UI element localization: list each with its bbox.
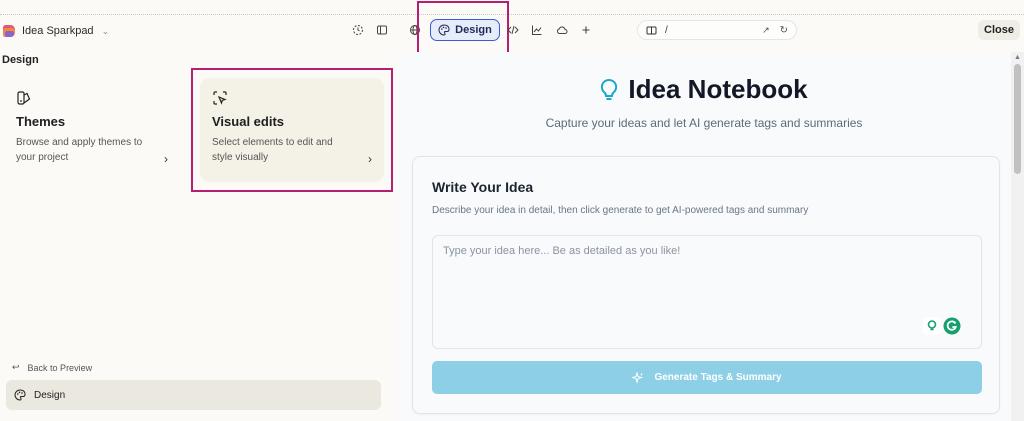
highlight-box-design-button [417, 1, 509, 54]
analytics-icon[interactable] [529, 22, 545, 38]
idea-card-subtitle: Describe your idea in detail, then click… [432, 205, 809, 216]
themes-icon [16, 90, 32, 106]
lightbulb-icon [601, 78, 618, 100]
chevron-down-icon: ⌄ [101, 25, 110, 36]
chevron-right-icon: › [164, 152, 168, 166]
page-subtitle: Capture your ideas and let AI generate t… [545, 116, 863, 130]
sidebar-toggle-icon[interactable] [374, 22, 390, 38]
sparkles-icon [632, 371, 644, 384]
highlight-box-visual-edits [191, 68, 393, 192]
refresh-icon[interactable]: ↻ [780, 25, 788, 36]
page-title-text: Idea Notebook [628, 74, 808, 104]
close-button[interactable]: Close [978, 20, 1020, 40]
url-bar[interactable]: / ↗ ↻ [637, 20, 797, 40]
scrollbar-thumb[interactable] [1014, 64, 1021, 174]
nav-item-design[interactable]: Design [6, 380, 381, 410]
page-title: Idea Notebook [397, 74, 1011, 105]
generate-button-label: Generate Tags & Summary [654, 372, 782, 383]
textarea-tools [923, 317, 961, 340]
idea-card: Write Your Idea Describe your idea in de… [412, 156, 1000, 414]
back-to-preview-label: Back to Preview [27, 362, 93, 373]
page-icon [646, 26, 657, 34]
cloud-icon[interactable] [554, 22, 570, 38]
add-icon[interactable] [578, 22, 594, 38]
themes-card-title: Themes [16, 114, 66, 129]
code-icon[interactable] [505, 22, 521, 38]
preview-scrollbar[interactable]: ▲ [1011, 52, 1024, 421]
generate-tags-summary-button[interactable]: Generate Tags & Summary [432, 361, 982, 394]
top-divider [0, 14, 1024, 15]
app-logo-icon [2, 24, 16, 38]
themes-card[interactable]: Themes Browse and apply themes to your p… [4, 78, 180, 182]
themes-card-description: Browse and apply themes to your project [16, 137, 143, 163]
grammarly-icon[interactable] [943, 317, 961, 340]
panel-title: Design [2, 54, 39, 66]
nav-design-label: Design [34, 389, 66, 401]
idea-textarea[interactable] [432, 235, 982, 349]
palette-icon [14, 389, 26, 401]
back-arrow-icon: ↩ [12, 362, 20, 372]
back-to-preview-link[interactable]: ↩ Back to Preview [12, 362, 92, 373]
project-name: Idea Sparkpad [22, 25, 94, 37]
scroll-up-icon[interactable]: ▲ [1014, 54, 1021, 61]
assistant-bulb-icon[interactable] [923, 317, 941, 340]
idea-card-title: Write Your Idea [432, 179, 534, 195]
history-icon[interactable] [350, 22, 366, 38]
open-external-icon[interactable]: ↗ [762, 25, 770, 36]
project-selector[interactable]: Idea Sparkpad ⌄ [2, 22, 109, 40]
url-path: / [665, 24, 668, 36]
